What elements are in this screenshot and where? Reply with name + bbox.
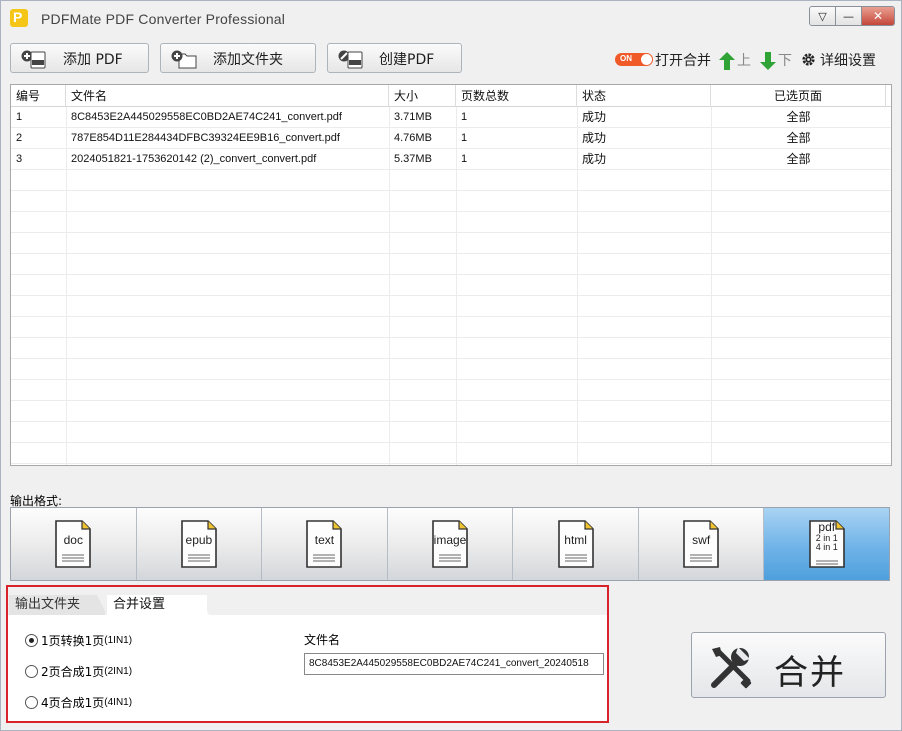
create-pdf-label: 创建PDF <box>379 52 435 68</box>
merge-label: 合并 <box>774 653 846 693</box>
filename-label: 文件名 <box>304 633 341 647</box>
open-merge-label[interactable]: 打开合并 <box>655 50 711 70</box>
close-button[interactable]: ✕ <box>862 7 894 25</box>
option-1in1[interactable]: 1页转换1页 (1IN1) <box>25 632 132 648</box>
dropdown-button[interactable]: ▽ <box>810 7 836 25</box>
gear-icon[interactable] <box>801 52 816 67</box>
window-controls: ▽ — ✕ <box>809 6 895 26</box>
row-index: 3 <box>16 153 23 165</box>
row-status: 成功 <box>582 110 607 124</box>
row-selected-pages[interactable]: 全部 <box>711 149 886 170</box>
radio-2in1[interactable] <box>25 664 38 678</box>
option-2in1-suffix: (2IN1) <box>104 665 133 677</box>
app-logo-icon: P <box>10 9 28 27</box>
table-header: 编号 文件名 大小 页数总数 状态 已选页面 <box>11 85 891 107</box>
filename-input[interactable]: 8C8453E2A445029558EC0BD2AE74C241_convert… <box>304 653 604 675</box>
format-image-label: image <box>433 533 467 547</box>
row-filename: 8C8453E2A445029558EC0BD2AE74C241_convert… <box>71 111 342 123</box>
option-1in1-suffix: (1IN1) <box>104 634 133 646</box>
add-pdf-icon <box>21 50 46 69</box>
format-html-button[interactable]: html <box>513 508 639 580</box>
row-size: 3.71MB <box>394 111 432 123</box>
format-epub-button[interactable]: epub <box>136 508 263 580</box>
window-title: PDFMate PDF Converter Professional <box>41 11 286 27</box>
format-pdf-label: pdf <box>818 520 836 534</box>
row-pages: 1 <box>461 111 468 123</box>
add-pdf-button[interactable]: 添加 PDF <box>10 43 149 73</box>
tools-icon <box>711 647 752 689</box>
option-1in1-label: 1页转换1页 <box>41 633 105 648</box>
option-4in1[interactable]: 4页合成1页 (4IN1) <box>25 694 132 710</box>
add-folder-label: 添加文件夹 <box>213 52 283 68</box>
format-swf-button[interactable]: swf <box>638 508 765 580</box>
minimize-button[interactable]: — <box>836 7 862 25</box>
format-html-label: html <box>564 533 587 547</box>
table-row[interactable]: 2 787E854D11E284434DFBC39324EE9B16_conve… <box>11 128 891 149</box>
format-epub-label: epub <box>185 533 213 547</box>
format-doc-button[interactable]: doc <box>11 508 137 580</box>
merge-toggle[interactable]: ON <box>615 53 653 66</box>
output-format-strip: doc epub text image html swf pdf 2 in 1 … <box>10 507 890 581</box>
col-index[interactable]: 编号 <box>11 85 66 107</box>
format-pdf-sub2: 4 in 1 <box>815 542 838 552</box>
toggle-on-text: ON <box>620 54 632 63</box>
row-size: 5.37MB <box>394 153 432 165</box>
option-2in1[interactable]: 2页合成1页 (2IN1) <box>25 663 132 679</box>
row-status: 成功 <box>582 131 607 145</box>
col-filename[interactable]: 文件名 <box>66 85 389 107</box>
row-filename: 2024051821-1753620142 (2)_convert_conver… <box>71 153 317 165</box>
row-filename: 787E854D11E284434DFBC39324EE9B16_convert… <box>71 132 340 144</box>
row-selected-pages[interactable]: 全部 <box>711 128 886 149</box>
option-2in1-label: 2页合成1页 <box>41 664 105 679</box>
file-table: 编号 文件名 大小 页数总数 状态 已选页面 1 8C8453E2A445029… <box>10 84 892 466</box>
detail-settings-label[interactable]: 详细设置 <box>820 50 876 70</box>
col-status[interactable]: 状态 <box>577 85 711 107</box>
title-bar: P PDFMate PDF Converter Professional ▽ —… <box>1 1 901 35</box>
arrow-up-icon[interactable] <box>719 52 735 70</box>
format-doc-label: doc <box>63 533 83 547</box>
col-selected-pages[interactable]: 已选页面 <box>711 85 886 107</box>
col-pages[interactable]: 页数总数 <box>456 85 577 107</box>
table-row[interactable]: 1 8C8453E2A445029558EC0BD2AE74C241_conve… <box>11 107 891 128</box>
option-4in1-label: 4页合成1页 <box>41 695 105 710</box>
radio-4in1[interactable] <box>25 695 38 709</box>
merge-settings-panel: 1页转换1页 (1IN1) 2页合成1页 (2IN1) 4页合成1页 (4IN1) 文… <box>8 615 607 721</box>
radio-1in1[interactable] <box>25 633 38 647</box>
app-window: P PDFMate PDF Converter Professional ▽ —… <box>0 0 902 731</box>
format-text-label: text <box>314 533 335 547</box>
option-4in1-suffix: (4IN1) <box>104 696 133 708</box>
merge-button[interactable]: 合并 <box>691 632 886 698</box>
row-index: 1 <box>16 111 23 123</box>
row-pages: 1 <box>461 153 468 165</box>
tab-merge-settings[interactable]: 合并设置 <box>107 595 207 615</box>
table-row[interactable]: 3 2024051821-1753620142 (2)_convert_conv… <box>11 149 891 170</box>
tab-output-folder[interactable]: 输出文件夹 <box>9 595 105 615</box>
move-down-label[interactable]: 下 <box>778 50 792 70</box>
row-selected-pages[interactable]: 全部 <box>711 107 886 128</box>
row-index: 2 <box>16 132 23 144</box>
format-image-button[interactable]: image <box>387 508 514 580</box>
add-folder-icon <box>171 50 197 69</box>
row-pages: 1 <box>461 132 468 144</box>
create-pdf-button[interactable]: 创建PDF <box>327 43 462 73</box>
row-size: 4.76MB <box>394 132 432 144</box>
arrow-down-icon[interactable] <box>760 52 776 70</box>
move-up-label[interactable]: 上 <box>737 50 751 70</box>
format-text-button[interactable]: text <box>262 508 388 580</box>
col-size[interactable]: 大小 <box>389 85 456 107</box>
create-pdf-icon <box>338 50 363 69</box>
row-status: 成功 <box>582 152 607 166</box>
add-pdf-label: 添加 PDF <box>63 52 123 68</box>
format-swf-label: swf <box>692 533 711 547</box>
format-pdf-button[interactable]: pdf 2 in 1 4 in 1 <box>764 508 890 580</box>
add-folder-button[interactable]: 添加文件夹 <box>160 43 316 73</box>
